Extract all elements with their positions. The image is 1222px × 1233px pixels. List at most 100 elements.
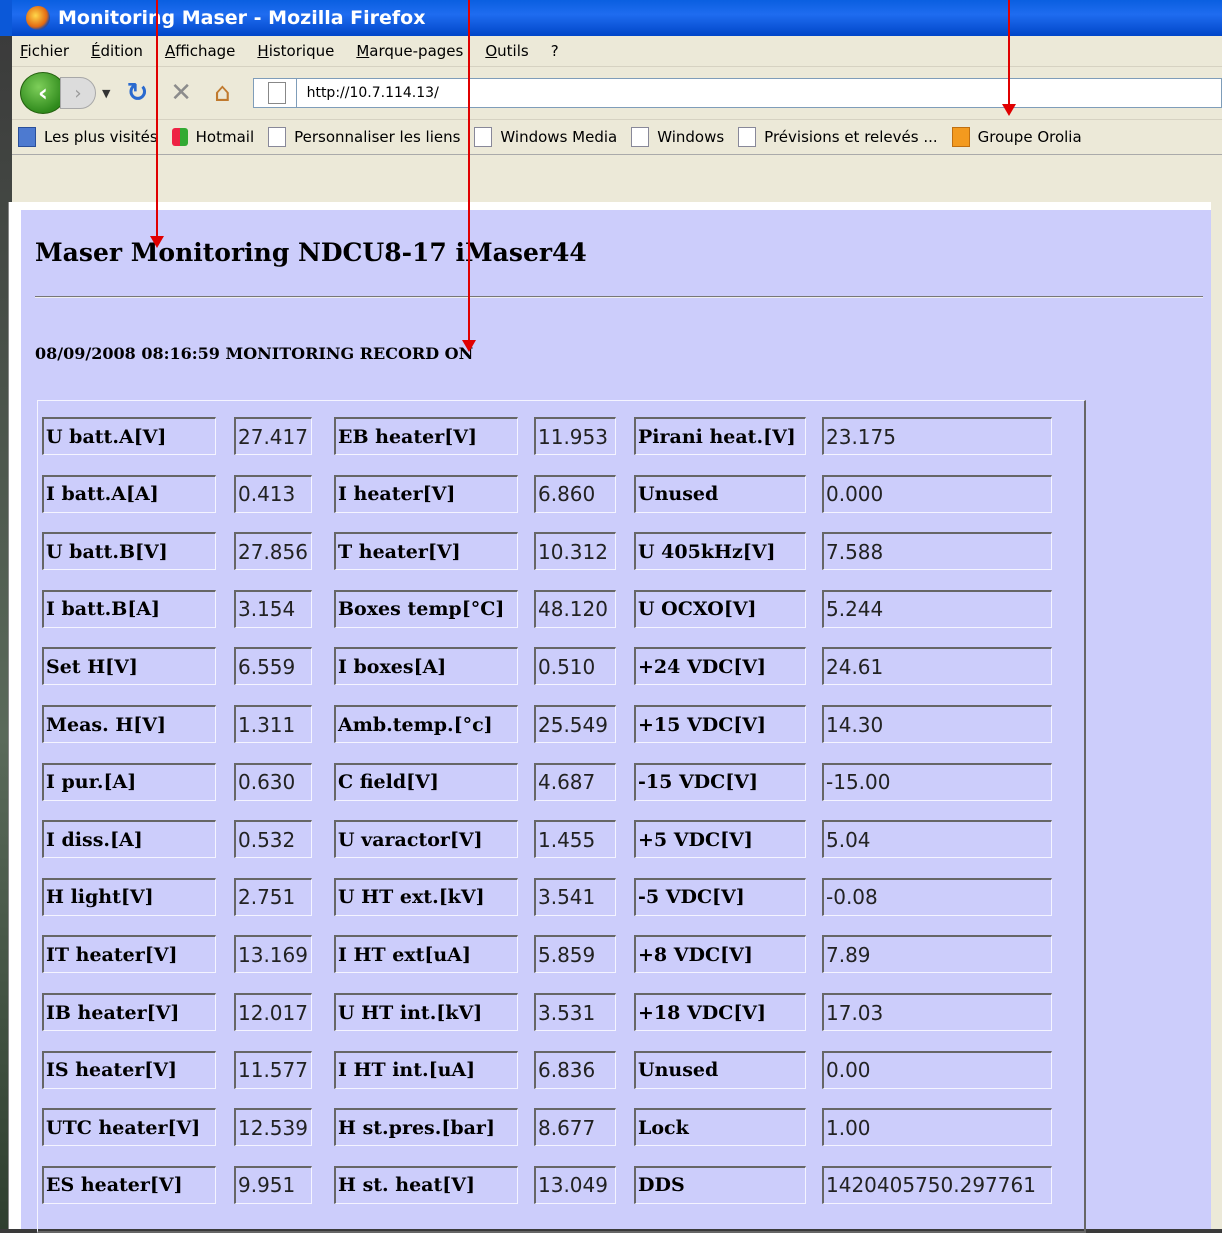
menu-marque-pages[interactable]: Marque-pages <box>356 42 463 60</box>
parameter-value: 14.30 <box>822 705 1052 743</box>
annotation-arrow <box>1002 0 1016 116</box>
parameter-value: 0.413 <box>234 474 312 513</box>
stop-icon[interactable]: ✕ <box>170 78 192 108</box>
menu-bar: Fichier Édition Affichage Historique Mar… <box>12 36 1222 67</box>
menu-edition[interactable]: Édition <box>91 42 143 60</box>
bookmark-personnaliser[interactable]: Personnaliser les liens <box>268 127 460 147</box>
page-title: Maser Monitoring NDCU8-17 iMaser44 <box>35 238 587 267</box>
parameter-value: 3.531 <box>534 993 616 1031</box>
bookmark-orolia[interactable]: Groupe Orolia <box>951 127 1082 147</box>
menu-fichier[interactable]: Fichier <box>20 42 69 60</box>
bookmark-previsions[interactable]: Prévisions et relevés ... <box>738 127 938 147</box>
parameter-value: 11.953 <box>534 417 616 455</box>
monitoring-page: Maser Monitoring NDCU8-17 iMaser44 08/09… <box>21 210 1211 1233</box>
parameter-value: -15.00 <box>822 762 1052 801</box>
page-icon <box>474 127 493 147</box>
parameter-value: 48.120 <box>534 589 616 628</box>
menu-help[interactable]: ? <box>551 42 559 60</box>
page-icon <box>267 82 286 104</box>
parameter-label: U batt.B[V] <box>42 532 216 571</box>
parameter-value: 0.000 <box>822 474 1052 513</box>
parameter-value: 4.687 <box>534 762 616 801</box>
bookmark-windows[interactable]: Windows <box>631 127 724 147</box>
parameter-label: IB heater[V] <box>42 993 216 1031</box>
parameter-value: 27.417 <box>234 417 312 455</box>
divider <box>35 296 1203 298</box>
parameter-value: 1.311 <box>234 705 312 743</box>
page-icon <box>631 127 650 147</box>
parameter-label: IT heater[V] <box>42 935 216 974</box>
parameter-value: 17.03 <box>822 993 1052 1031</box>
bookmark-label: Windows <box>657 128 725 146</box>
content-area: Maser Monitoring NDCU8-17 iMaser44 08/09… <box>8 202 1211 1233</box>
url-input[interactable] <box>304 84 1221 102</box>
parameter-value: 13.049 <box>534 1165 616 1204</box>
page-icon <box>738 127 757 147</box>
history-dropdown-icon[interactable]: ▼ <box>102 87 110 100</box>
firefox-icon <box>26 6 50 30</box>
parameter-value: 5.244 <box>822 589 1052 628</box>
parameter-value: 7.588 <box>822 532 1052 571</box>
parameter-label: I heater[V] <box>334 474 518 513</box>
window-title: Monitoring Maser - Mozilla Firefox <box>58 7 426 29</box>
parameter-label: I HT int.[uA] <box>334 1050 518 1089</box>
parameter-value: -0.08 <box>822 877 1052 916</box>
parameter-label: IS heater[V] <box>42 1050 216 1089</box>
parameter-label: Boxes temp[°C] <box>334 589 518 628</box>
parameter-label: Unused <box>634 1050 806 1089</box>
parameter-value: 13.169 <box>234 935 312 974</box>
bookmark-label: Hotmail <box>195 128 255 146</box>
parameter-value: 0.532 <box>234 820 312 859</box>
parameter-label: -15 VDC[V] <box>634 762 806 801</box>
url-bar[interactable] <box>252 78 1222 108</box>
parameter-label: I diss.[A] <box>42 820 216 859</box>
parameter-label: U HT ext.[kV] <box>334 877 518 916</box>
annotation-arrow <box>150 0 164 248</box>
parameter-label: EB heater[V] <box>334 417 518 455</box>
parameter-value: 0.510 <box>534 647 616 686</box>
parameter-label: H st.pres.[bar] <box>334 1108 518 1147</box>
parameter-value: 1420405750.297761 <box>822 1165 1052 1204</box>
menu-historique[interactable]: Historique <box>257 42 334 60</box>
url-separator <box>295 79 297 107</box>
parameter-label: C field[V] <box>334 762 518 801</box>
parameter-label: Lock <box>634 1108 806 1147</box>
parameter-value: 8.677 <box>534 1108 616 1147</box>
parameter-label: Set H[V] <box>42 647 216 686</box>
parameter-label: I boxes[A] <box>334 647 518 686</box>
parameter-label: Unused <box>634 474 806 513</box>
parameter-label: +15 VDC[V] <box>634 705 806 743</box>
parameter-label: U 405kHz[V] <box>634 532 806 571</box>
parameter-label: U batt.A[V] <box>42 417 216 455</box>
bookmarks-folder-icon <box>18 127 36 147</box>
parameter-label: +18 VDC[V] <box>634 993 806 1031</box>
parameter-value: 6.559 <box>234 647 312 686</box>
parameter-value: 9.951 <box>234 1165 312 1204</box>
parameter-value: 12.017 <box>234 993 312 1031</box>
home-icon[interactable]: ⌂ <box>214 78 231 108</box>
monitoring-table: U batt.A[V] 27.417 EB heater[V] 11.953 Piran… <box>37 400 1086 1233</box>
windows-logo-icon <box>171 128 188 146</box>
parameter-label: U HT int.[kV] <box>334 993 518 1031</box>
parameter-label: ES heater[V] <box>42 1165 216 1204</box>
page-icon <box>268 127 287 147</box>
reload-icon[interactable]: ↻ <box>126 78 148 108</box>
parameter-label: +5 VDC[V] <box>634 820 806 859</box>
parameter-label: Meas. H[V] <box>42 705 216 743</box>
status-line: 08/09/2008 08:16:59 MONITORING RECORD ON <box>35 344 474 363</box>
parameter-value: 3.154 <box>234 589 312 628</box>
bookmark-most-visited[interactable]: Les plus visités <box>18 127 158 147</box>
parameter-label: Pirani heat.[V] <box>634 417 806 455</box>
parameter-value: 1.455 <box>534 820 616 859</box>
parameter-value: 3.541 <box>534 877 616 916</box>
parameter-value: 24.61 <box>822 647 1052 686</box>
menu-outils[interactable]: Outils <box>485 42 528 60</box>
parameter-label: U OCXO[V] <box>634 589 806 628</box>
forward-button[interactable]: › <box>60 77 96 109</box>
parameter-value: 11.577 <box>234 1050 312 1089</box>
bookmark-windows-media[interactable]: Windows Media <box>474 127 617 147</box>
menu-affichage[interactable]: Affichage <box>165 42 235 60</box>
parameter-label: I batt.A[A] <box>42 474 216 513</box>
parameter-label: -5 VDC[V] <box>634 877 806 916</box>
bookmark-hotmail[interactable]: Hotmail <box>171 128 255 146</box>
